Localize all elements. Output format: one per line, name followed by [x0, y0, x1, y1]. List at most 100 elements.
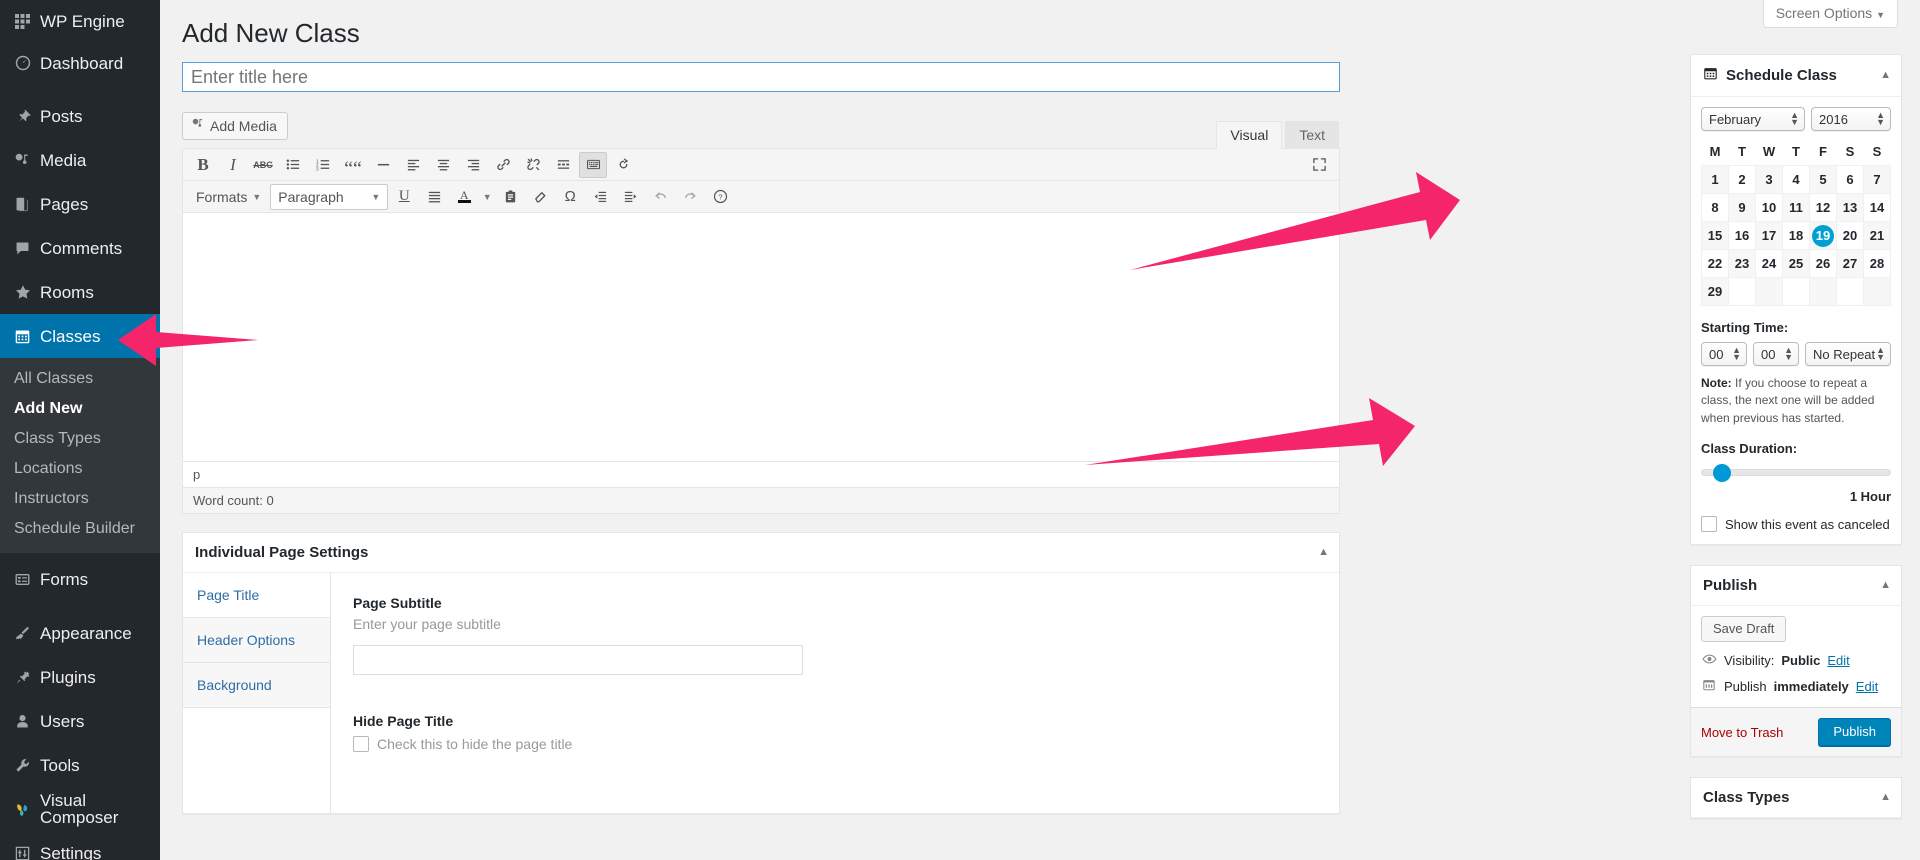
calendar-day[interactable]: 11: [1782, 193, 1810, 222]
calendar-day[interactable]: 20: [1836, 221, 1864, 250]
ips-tab-page-title[interactable]: Page Title: [183, 573, 330, 618]
calendar-day[interactable]: 12: [1809, 193, 1837, 222]
submenu-item-locations[interactable]: Locations: [0, 454, 160, 484]
show-canceled-checkbox[interactable]: [1701, 516, 1717, 533]
sidebar-item-comments[interactable]: Comments: [0, 226, 160, 270]
sidebar-item-classes[interactable]: Classes: [0, 314, 169, 358]
sidebar-item-forms[interactable]: Forms: [0, 557, 160, 601]
underline-icon[interactable]: U: [390, 184, 418, 210]
calendar-day[interactable]: 15: [1701, 221, 1729, 250]
formats-dropdown[interactable]: Formats ▼: [189, 184, 268, 210]
hide-page-title-checkbox[interactable]: [353, 736, 369, 752]
visibility-edit-link[interactable]: Edit: [1827, 653, 1849, 668]
calendar-day[interactable]: 24: [1755, 249, 1783, 278]
distraction-free-icon[interactable]: [609, 152, 637, 178]
bulleted-list-icon[interactable]: [279, 152, 307, 178]
class-duration-slider[interactable]: [1701, 463, 1891, 482]
calendar-day[interactable]: 22: [1701, 249, 1729, 278]
horizontal-rule-icon[interactable]: [369, 152, 397, 178]
ips-tab-background[interactable]: Background: [183, 663, 330, 708]
calendar-day[interactable]: 1: [1701, 165, 1729, 194]
redo-icon[interactable]: [676, 184, 704, 210]
justify-icon[interactable]: [420, 184, 448, 210]
outdent-icon[interactable]: [586, 184, 614, 210]
sidebar-item-visual-composer[interactable]: Visual Composer: [0, 787, 160, 831]
sidebar-item-settings[interactable]: Settings: [0, 831, 160, 860]
calendar-day[interactable]: 26: [1809, 249, 1837, 278]
fullscreen-icon[interactable]: [1305, 152, 1333, 178]
read-more-icon[interactable]: [549, 152, 577, 178]
year-select[interactable]: 2016 ▲ ▼: [1811, 107, 1891, 131]
submenu-item-all-classes[interactable]: All Classes: [0, 364, 160, 394]
align-right-icon[interactable]: [459, 152, 487, 178]
calendar-day[interactable]: 29: [1701, 277, 1729, 306]
sidebar-item-pages[interactable]: Pages: [0, 182, 160, 226]
ips-tab-header-options[interactable]: Header Options: [183, 618, 330, 663]
keyboard-shortcuts-icon[interactable]: ?: [706, 184, 734, 210]
calendar-day[interactable]: 9: [1728, 193, 1756, 222]
undo-icon[interactable]: [646, 184, 674, 210]
month-select[interactable]: February ▲ ▼: [1701, 107, 1805, 131]
italic-icon[interactable]: I: [219, 152, 247, 178]
calendar-day[interactable]: 19: [1809, 221, 1837, 250]
submenu-item-schedule-builder[interactable]: Schedule Builder: [0, 514, 160, 544]
strikethrough-icon[interactable]: ABC: [249, 152, 277, 178]
hour-select[interactable]: 00 ▲ ▼: [1701, 342, 1747, 366]
minute-select[interactable]: 00 ▲ ▼: [1753, 342, 1799, 366]
calendar-day[interactable]: 7: [1863, 165, 1891, 194]
calendar-day[interactable]: 17: [1755, 221, 1783, 250]
sidebar-item-plugins[interactable]: Plugins: [0, 655, 160, 699]
calendar-day[interactable]: 25: [1782, 249, 1810, 278]
submenu-item-add-new[interactable]: Add New: [0, 394, 160, 424]
indent-icon[interactable]: [616, 184, 644, 210]
text-color-icon[interactable]: A: [450, 184, 478, 210]
sidebar-item-users[interactable]: Users: [0, 699, 160, 743]
tab-text[interactable]: Text: [1285, 121, 1339, 150]
calendar-day[interactable]: 21: [1863, 221, 1891, 250]
insert-link-icon[interactable]: [489, 152, 517, 178]
sidebar-item-tools[interactable]: Tools: [0, 743, 160, 787]
repeat-select[interactable]: No Repeat ▲ ▼: [1805, 342, 1891, 366]
blockquote-icon[interactable]: ““: [339, 152, 367, 179]
editor-content-area[interactable]: [183, 213, 1339, 461]
align-left-icon[interactable]: [399, 152, 427, 178]
page-subtitle-input[interactable]: [353, 645, 803, 675]
submenu-item-class-types[interactable]: Class Types: [0, 424, 160, 454]
collapse-toggle-icon[interactable]: ▲: [1880, 579, 1891, 591]
publish-button[interactable]: Publish: [1818, 718, 1891, 747]
align-center-icon[interactable]: [429, 152, 457, 178]
collapse-toggle-icon[interactable]: ▲: [1880, 69, 1891, 81]
collapse-toggle-icon[interactable]: ▲: [1880, 791, 1891, 803]
calendar-day[interactable]: 4: [1782, 165, 1810, 194]
publish-timing-edit-link[interactable]: Edit: [1856, 679, 1878, 694]
submenu-item-instructors[interactable]: Instructors: [0, 484, 160, 514]
post-title-input[interactable]: [182, 62, 1340, 92]
sidebar-item-rooms[interactable]: Rooms: [0, 270, 160, 314]
calendar-day[interactable]: 18: [1782, 221, 1810, 250]
tab-visual[interactable]: Visual: [1216, 121, 1283, 150]
clear-formatting-icon[interactable]: [526, 184, 554, 210]
calendar-day[interactable]: 2: [1728, 165, 1756, 194]
calendar-day[interactable]: 13: [1836, 193, 1864, 222]
numbered-list-icon[interactable]: 1 2 3: [309, 152, 337, 178]
calendar-day[interactable]: 8: [1701, 193, 1729, 222]
move-to-trash-link[interactable]: Move to Trash: [1701, 725, 1783, 740]
calendar-day[interactable]: 10: [1755, 193, 1783, 222]
paste-as-text-icon[interactable]: [496, 184, 524, 210]
calendar-day[interactable]: 5: [1809, 165, 1837, 194]
calendar-day[interactable]: 6: [1836, 165, 1864, 194]
slider-track[interactable]: [1701, 463, 1891, 482]
sidebar-item-dashboard[interactable]: Dashboard: [0, 42, 160, 84]
calendar-day[interactable]: 27: [1836, 249, 1864, 278]
calendar-day[interactable]: 14: [1863, 193, 1891, 222]
paragraph-dropdown[interactable]: Paragraph ▼: [270, 183, 389, 210]
sidebar-item-posts[interactable]: Posts: [0, 94, 160, 138]
special-character-icon[interactable]: Ω: [556, 184, 584, 210]
bold-icon[interactable]: B: [189, 152, 217, 178]
add-media-button[interactable]: Add Media: [182, 112, 288, 140]
collapse-toggle-icon[interactable]: ▲: [1318, 546, 1329, 558]
text-color-chevron-icon[interactable]: ▼: [480, 184, 494, 210]
screen-options-button[interactable]: Screen Options ▼: [1762, 0, 1898, 28]
sidebar-item-appearance[interactable]: Appearance: [0, 611, 160, 655]
toolbar-toggle-icon[interactable]: [579, 151, 607, 178]
